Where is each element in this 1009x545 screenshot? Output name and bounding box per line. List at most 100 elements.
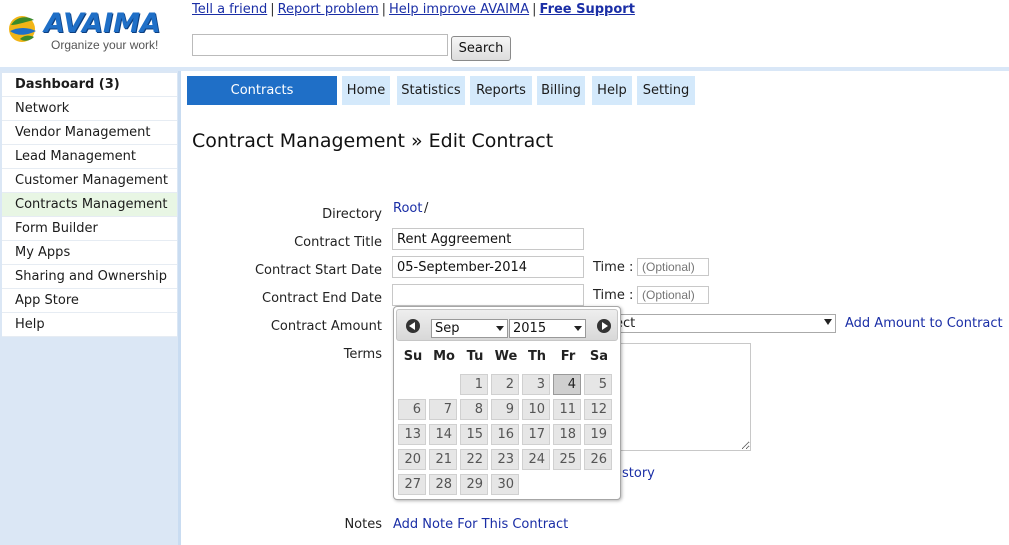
link-separator: |: [270, 2, 275, 17]
sidebar-item-lead-management[interactable]: Lead Management: [2, 145, 177, 169]
day-of-week-header: Fr: [560, 349, 576, 364]
sidebar-item-contracts-management[interactable]: Contracts Management: [2, 193, 177, 217]
brand-name: AVAIMA: [44, 8, 161, 39]
calendar-day[interactable]: 22: [460, 449, 488, 470]
calendar-day[interactable]: 20: [398, 449, 426, 470]
next-month-icon[interactable]: [597, 319, 611, 333]
calendar-day[interactable]: 26: [584, 449, 612, 470]
avaima-logo[interactable]: AVAIMA Organize your work!: [6, 6, 166, 56]
tab-statistics[interactable]: Statistics: [397, 76, 465, 105]
sidebar: Dashboard (3) Network Vendor Management …: [0, 71, 181, 545]
calendar-day[interactable]: 11: [553, 399, 581, 420]
calendar-day[interactable]: 10: [522, 399, 550, 420]
tab-home[interactable]: Home: [342, 76, 390, 105]
add-amount-link[interactable]: Add Amount to Contract: [845, 316, 1003, 331]
chevron-down-icon: [574, 326, 582, 331]
directory-root-link[interactable]: Root: [393, 201, 422, 216]
globe-logo-icon: [9, 16, 36, 42]
day-of-week-header: Su: [403, 349, 423, 364]
calendar-day[interactable]: 6: [398, 399, 426, 420]
contract-title-input[interactable]: [392, 228, 584, 250]
calendar-day[interactable]: 28: [429, 474, 457, 495]
start-date-label: Contract Start Date: [254, 263, 382, 278]
sidebar-item-my-apps[interactable]: My Apps: [2, 241, 177, 265]
calendar-day[interactable]: 19: [584, 424, 612, 445]
calendar-day[interactable]: 5: [584, 374, 612, 395]
tab-contracts-management[interactable]: Contracts Management: [187, 76, 337, 127]
top-links: Tell a friend | Report problem | Help improv…: [192, 2, 635, 17]
contract-amount-label: Contract Amount: [270, 319, 382, 334]
search-button[interactable]: Search: [451, 36, 511, 61]
datepicker-header: Sep 2015: [396, 309, 618, 341]
calendar-day[interactable]: 25: [553, 449, 581, 470]
tab-billing[interactable]: Billing: [537, 76, 585, 105]
report-problem-link[interactable]: Report problem: [278, 2, 379, 17]
help-improve-link[interactable]: Help improve AVAIMA: [389, 2, 529, 17]
sidebar-item-help[interactable]: Help: [2, 313, 177, 337]
sidebar-item-network[interactable]: Network: [2, 97, 177, 121]
calendar-day[interactable]: 4: [553, 374, 581, 395]
calendar-day[interactable]: 24: [522, 449, 550, 470]
notes-label: Notes: [344, 517, 382, 532]
year-select[interactable]: 2015: [509, 319, 586, 338]
start-time-input[interactable]: [637, 258, 709, 276]
contract-title-label: Contract Title: [294, 235, 382, 250]
add-note-link[interactable]: Add Note For This Contract: [393, 517, 568, 532]
sidebar-item-app-store[interactable]: App Store: [2, 289, 177, 313]
day-of-week-header: Th: [527, 349, 547, 364]
sidebar-item-sharing-and-ownership[interactable]: Sharing and Ownership: [2, 265, 177, 289]
month-value: Sep: [435, 321, 460, 336]
end-date-label: Contract End Date: [262, 291, 382, 306]
calendar-day[interactable]: 9: [491, 399, 519, 420]
calendar-day[interactable]: 21: [429, 449, 457, 470]
calendar-day[interactable]: 14: [429, 424, 457, 445]
link-separator: |: [381, 2, 387, 17]
sidebar-item-dashboard[interactable]: Dashboard (3): [2, 73, 177, 97]
sidebar-item-form-builder[interactable]: Form Builder: [2, 217, 177, 241]
amount-select[interactable]: ect: [606, 314, 836, 333]
end-date-input[interactable]: [392, 284, 584, 306]
free-support-link[interactable]: Free Support: [540, 2, 635, 17]
datepicker-popup: Sep 2015 Su Mo Tu We Th Fr Sa 1 2 3 4 5 6 7 8 9 10 11 12 13…: [393, 306, 621, 500]
day-of-week-header: We: [494, 349, 518, 364]
tab-setting[interactable]: Setting: [637, 76, 695, 105]
calendar-day[interactable]: 13: [398, 424, 426, 445]
calendar-day[interactable]: 2: [491, 374, 519, 395]
day-of-week-header: Tu: [466, 349, 484, 364]
end-time-input[interactable]: [637, 286, 709, 304]
history-link[interactable]: story: [622, 466, 655, 481]
calendar-day[interactable]: 12: [584, 399, 612, 420]
calendar-day[interactable]: 16: [491, 424, 519, 445]
chevron-down-icon: [824, 319, 832, 325]
calendar-day[interactable]: 30: [491, 474, 519, 495]
tell-a-friend-link[interactable]: Tell a friend: [192, 2, 267, 17]
calendar-day[interactable]: 15: [460, 424, 488, 445]
calendar-day[interactable]: 27: [398, 474, 426, 495]
link-separator: |: [532, 2, 537, 17]
calendar-day[interactable]: 17: [522, 424, 550, 445]
chevron-down-icon: [496, 326, 504, 331]
start-time-label: Time :: [593, 260, 634, 275]
terms-textarea[interactable]: [606, 343, 751, 451]
directory-label: Directory: [322, 207, 382, 222]
brand-tagline: Organize your work!: [51, 38, 159, 52]
calendar-day[interactable]: 3: [522, 374, 550, 395]
calendar-day[interactable]: 7: [429, 399, 457, 420]
tab-help[interactable]: Help: [592, 76, 632, 105]
calendar-day[interactable]: 23: [491, 449, 519, 470]
search-input[interactable]: [192, 34, 448, 56]
sidebar-item-vendor-management[interactable]: Vendor Management: [2, 121, 177, 145]
day-of-week-header: Sa: [589, 349, 609, 364]
sidebar-item-customer-management[interactable]: Customer Management: [2, 169, 177, 193]
calendar-day[interactable]: 18: [553, 424, 581, 445]
calendar-day[interactable]: 1: [460, 374, 488, 395]
calendar-day[interactable]: 29: [460, 474, 488, 495]
month-select[interactable]: Sep: [431, 319, 508, 338]
previous-month-icon[interactable]: [406, 319, 420, 333]
tab-reports[interactable]: Reports: [470, 76, 532, 105]
directory-separator: /: [424, 201, 429, 216]
terms-label: Terms: [343, 347, 382, 362]
start-date-input[interactable]: [392, 256, 584, 278]
end-time-label: Time :: [593, 288, 634, 303]
calendar-day[interactable]: 8: [460, 399, 488, 420]
